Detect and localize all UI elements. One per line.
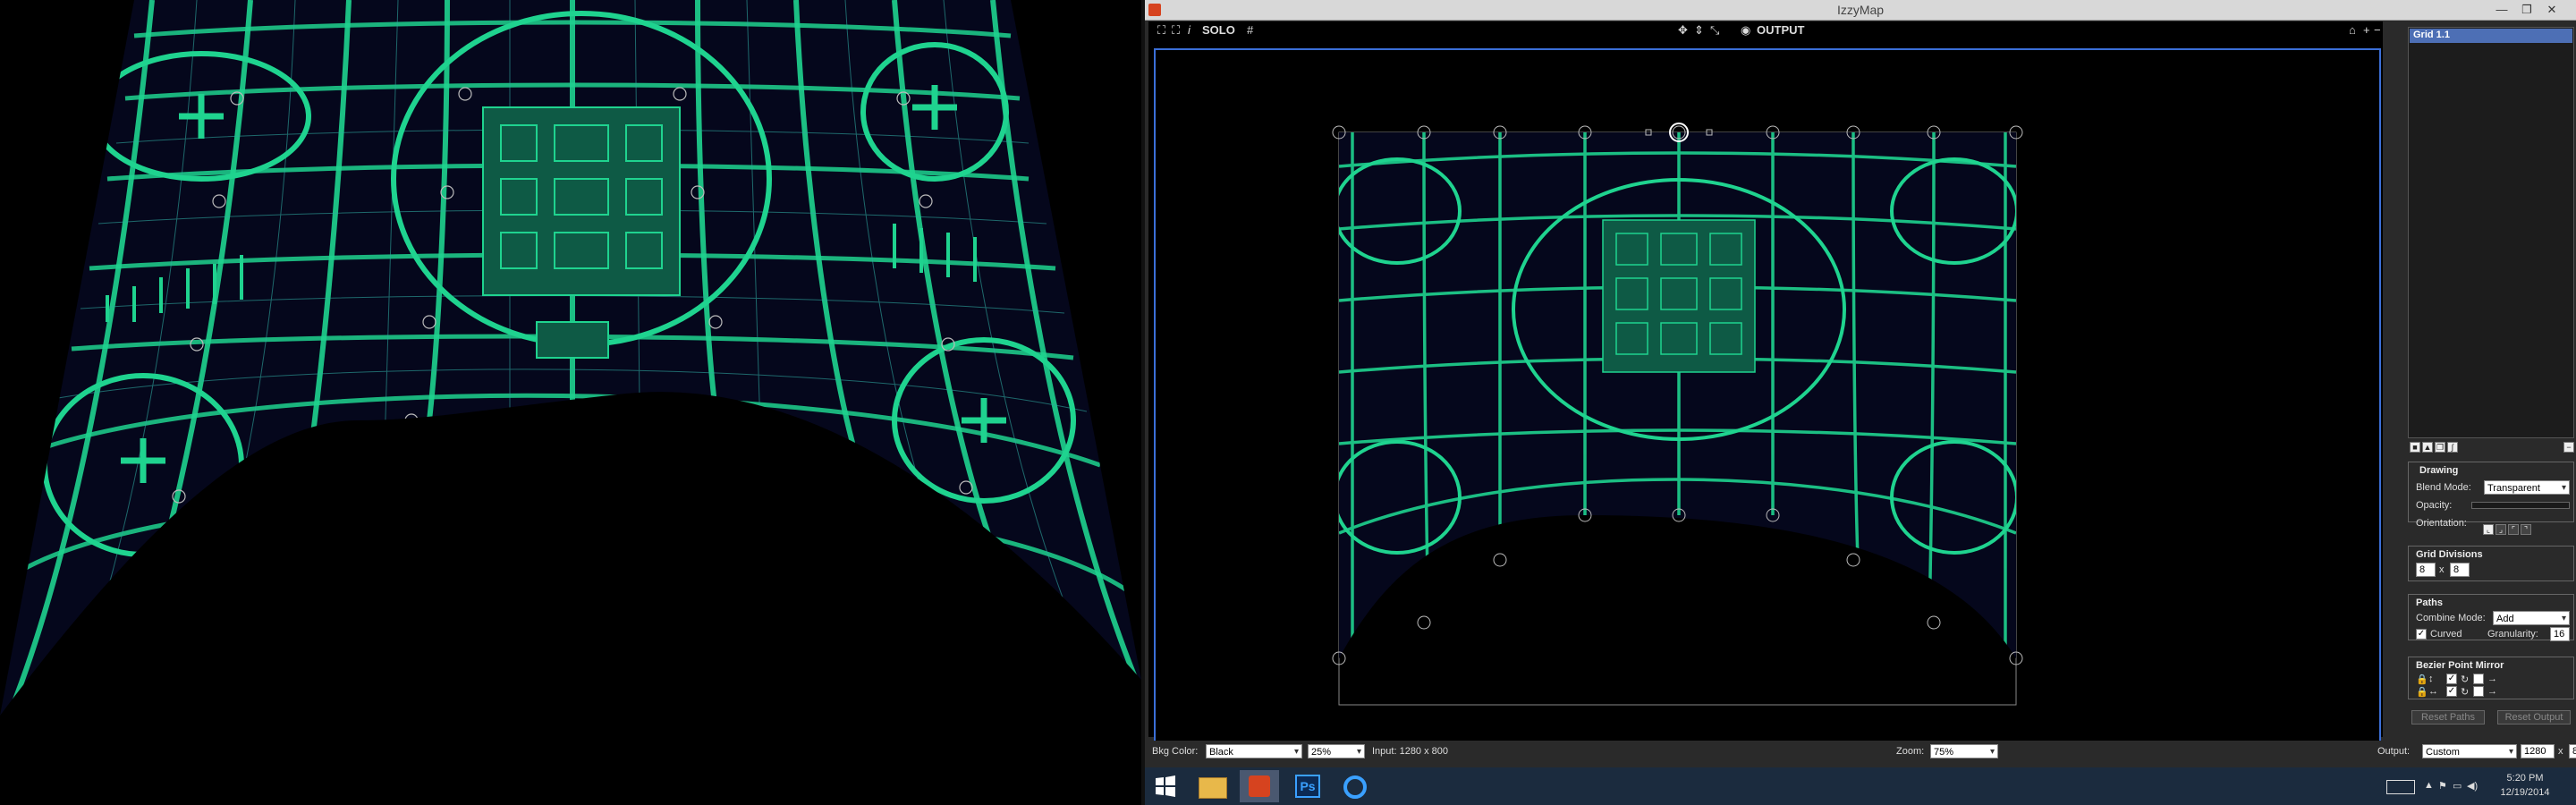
mirror-v-rotate-checkbox[interactable] [2473, 674, 2484, 684]
photoshop-icon[interactable]: Ps [1288, 770, 1327, 802]
internet-explorer-icon[interactable] [1336, 770, 1376, 802]
copy-icon[interactable]: ❐ [2435, 442, 2445, 453]
bkg-color-label: Bkg Color: [1152, 746, 1199, 757]
fit-icon[interactable]: ⛶ [1172, 23, 1180, 38]
bkg-color-select[interactable]: Black ▾ [1206, 744, 1302, 758]
clock-time[interactable]: 5:20 PM [2494, 773, 2556, 784]
mirror-h-checkbox[interactable]: ✓ [2446, 686, 2457, 697]
isadora-icon[interactable] [1240, 770, 1279, 802]
blend-mode-select[interactable]: Transparent ▾ [2484, 480, 2570, 495]
lock-icon: 🔒 [2416, 687, 2428, 698]
window-title: IzzyMap [1836, 3, 1885, 17]
volume-icon[interactable]: ◀) [2467, 780, 2478, 792]
section-title: Grid Divisions [2416, 549, 2483, 560]
zoom-select[interactable]: 75% ▾ [1930, 744, 1998, 758]
move-icon[interactable]: ✥ [1678, 23, 1688, 38]
orientation-flip-v-icon[interactable]: ⌜ [2508, 524, 2519, 535]
zoom-label: Zoom: [1896, 746, 1925, 757]
mirror-h-rotate-checkbox[interactable] [2473, 686, 2484, 697]
clock-date[interactable]: 12/19/2014 [2494, 787, 2556, 798]
taskbar: Ps ▲ ⚑ ▭ ◀) 5:20 PM 12/19/2014 [1145, 767, 2576, 805]
arrow-right-icon: → [2487, 686, 2497, 697]
file-explorer-icon[interactable] [1191, 770, 1231, 802]
times-label: x [2439, 564, 2445, 575]
keyboard-icon[interactable] [2386, 780, 2415, 794]
curved-checkbox[interactable]: ✓ [2416, 629, 2427, 640]
orientation-flip-h-icon[interactable]: ⌟ [2496, 524, 2506, 535]
section-title: Bezier Point Mirror [2416, 660, 2504, 671]
orientation-rotate-icon[interactable]: ⌝ [2521, 524, 2531, 535]
layer-item-grid[interactable]: Grid 1.1 [2410, 29, 2572, 43]
opacity-slider[interactable] [2471, 502, 2570, 509]
bezier-icon[interactable]: ∫ [2447, 442, 2458, 453]
mirror-v-checkbox[interactable]: ✓ [2446, 674, 2457, 684]
output-tab[interactable]: OUTPUT [1757, 23, 1804, 37]
drawing-section: Drawing Blend Mode: Transparent ▾ Opacity… [2408, 462, 2574, 529]
remove-button[interactable]: − [2374, 23, 2381, 37]
rect-icon[interactable]: ■ [2410, 442, 2420, 453]
tray-expand-icon[interactable]: ▲ [2424, 780, 2434, 791]
title-bar[interactable]: IzzyMap — ❐ ✕ [1145, 0, 2576, 21]
map-canvas[interactable] [1154, 48, 2381, 750]
grid-rows-input[interactable]: 8 [2450, 563, 2470, 577]
input-size-label: Input: 1280 x 800 [1372, 746, 1449, 757]
vertical-arrows-icon: ↕ [2428, 674, 2434, 684]
output-display [0, 0, 1141, 805]
rotate-icon: ↻ [2461, 674, 2470, 685]
info-button[interactable]: i [1188, 23, 1191, 37]
scale-icon[interactable]: ⤡ [1710, 23, 1719, 38]
times-label: x [2558, 746, 2563, 757]
vertical-move-icon[interactable]: ⇕ [1694, 23, 1704, 38]
grid-toggle-button[interactable]: # [1247, 23, 1253, 37]
solo-button[interactable]: SOLO [1202, 23, 1235, 37]
arrow-right-icon: → [2487, 674, 2497, 684]
home-icon[interactable]: ⌂ [2349, 23, 2356, 37]
add-button[interactable]: + [2363, 23, 2370, 37]
restore-button[interactable]: ❐ [2515, 2, 2538, 18]
granularity-label: Granularity: [2487, 629, 2538, 640]
map-editor: ⛶ ⛶ i SOLO # ✥ ⇕ ⤡ ◉ OUTPUT ⌂ + − [1148, 21, 2383, 750]
izzymap-window: IzzyMap — ❐ ✕ ⛶ ⛶ i SOLO # ✥ ⇕ ⤡ ◉ OUTPU… [1145, 0, 2576, 805]
bezier-mirror-section: Bezier Point Mirror 🔒 ↕ ✓ ↻ → 🔒 ↔ ✓ ↻ → [2408, 657, 2574, 699]
orientation-normal-icon[interactable]: ⌞ [2483, 524, 2494, 535]
editor-toolbar: ⛶ ⛶ i SOLO # ✥ ⇕ ⤡ ◉ OUTPUT ⌂ + − [1148, 21, 2383, 39]
rotate-icon: ↻ [2461, 687, 2470, 698]
grid-cols-input[interactable]: 8 [2416, 563, 2436, 577]
blend-mode-label: Blend Mode: [2416, 482, 2471, 493]
output-label: Output: [2377, 746, 2411, 757]
horizontal-arrows-icon: ↔ [2428, 686, 2438, 697]
output-mode-select[interactable]: Custom ▾ [2422, 744, 2517, 758]
orientation-label: Orientation: [2416, 518, 2467, 529]
output-height-input[interactable]: 800 [2569, 744, 2576, 758]
network-icon[interactable]: ▭ [2453, 780, 2462, 792]
section-title: Paths [2416, 597, 2443, 608]
paths-section: Paths Combine Mode: Add ▾ ✓ Curved Granul… [2408, 594, 2574, 641]
close-button[interactable]: ✕ [2540, 2, 2563, 18]
curved-label: Curved [2430, 629, 2462, 640]
output-width-input[interactable]: 1280 [2521, 744, 2555, 758]
delete-layer-icon[interactable]: − [2563, 442, 2574, 453]
reset-paths-button[interactable]: Reset Paths [2411, 710, 2485, 724]
grid-divisions-section: Grid Divisions 8 x 8 [2408, 546, 2574, 581]
triangle-icon[interactable]: ▲ [2422, 442, 2433, 453]
combine-mode-select[interactable]: Add ▾ [2493, 611, 2570, 625]
mapping-preview [1332, 123, 2023, 706]
opacity-label: Opacity: [2416, 500, 2453, 511]
scale-select[interactable]: 25% ▾ [1308, 744, 1365, 758]
bottom-bar: Bkg Color: Black ▾ 25% ▾ Input: 1280 x 800… [1145, 741, 2397, 764]
windows-start-icon[interactable] [1154, 775, 1177, 798]
properties-panel: Grid 1.1 ■ ▲ ❐ ∫ − Drawing Blend Mode: T… [2404, 21, 2576, 737]
flag-icon[interactable]: ⚑ [2438, 780, 2447, 792]
reset-output-button[interactable]: Reset Output [2497, 710, 2571, 724]
minimize-button[interactable]: — [2490, 2, 2513, 18]
warped-test-pattern [0, 0, 1141, 716]
combine-mode-label: Combine Mode: [2416, 613, 2486, 623]
output-icon[interactable]: ◉ [1741, 23, 1750, 38]
select-all-icon[interactable]: ⛶ [1157, 23, 1165, 38]
layer-item-label: Grid 1.1 [2413, 30, 2450, 40]
layer-list[interactable]: Grid 1.1 [2408, 27, 2574, 438]
lock-icon: 🔒 [2416, 674, 2428, 685]
granularity-input[interactable]: 16 [2550, 627, 2570, 641]
section-title: Drawing [2419, 465, 2459, 476]
